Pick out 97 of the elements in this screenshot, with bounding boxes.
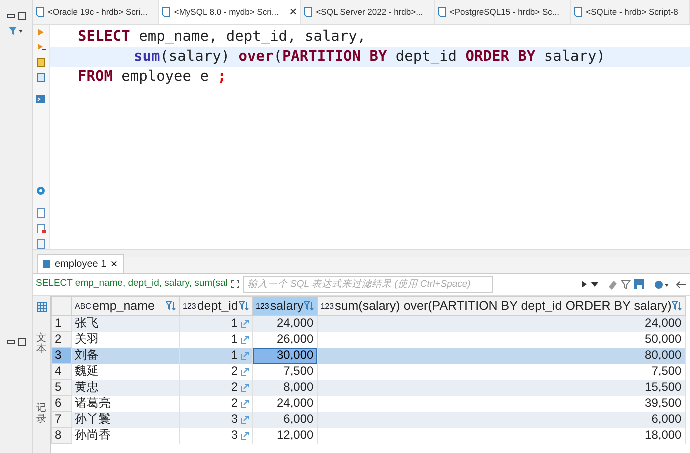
run-script-icon[interactable] (36, 42, 46, 52)
settings-icon[interactable] (654, 280, 670, 290)
editor-tab[interactable]: <PostgreSQL15 - hrdb> Sc... (434, 0, 572, 24)
expand-icon[interactable] (230, 280, 240, 289)
grid-icon[interactable] (36, 302, 46, 312)
table-cell[interactable]: 3 (180, 412, 252, 428)
row-number[interactable]: 8 (52, 428, 72, 444)
link-icon[interactable] (241, 352, 249, 360)
filter-icon[interactable] (621, 280, 631, 290)
table-cell[interactable]: 2 (180, 364, 252, 380)
script-icon (438, 6, 447, 18)
table-cell[interactable]: 18,000 (317, 428, 686, 444)
table-cell[interactable]: 孙丫鬟 (72, 412, 180, 428)
caret-icon[interactable] (591, 282, 599, 288)
link-icon[interactable] (241, 320, 249, 328)
code-line: SELECT emp_name, dept_id, salary, (77, 28, 368, 47)
document-icon[interactable] (37, 208, 45, 218)
table-cell[interactable]: 2 (180, 380, 252, 396)
script-icon (36, 6, 45, 18)
table-cell[interactable]: 3 (180, 428, 252, 444)
column-header[interactable]: ABC emp_name (72, 296, 180, 316)
row-number[interactable]: 6 (52, 396, 72, 412)
table-cell[interactable]: 24,000 (252, 396, 318, 412)
table-cell[interactable]: 24,000 (252, 316, 318, 332)
link-icon[interactable] (241, 400, 249, 408)
table-cell[interactable]: 6,000 (317, 412, 686, 428)
eraser-icon[interactable] (608, 280, 618, 290)
table-cell[interactable]: 关羽 (72, 332, 180, 348)
table-cell[interactable]: 8,000 (252, 380, 318, 396)
row-number[interactable]: 3 (52, 348, 72, 364)
table-cell[interactable]: 15,500 (317, 380, 686, 396)
query-text: SELECT emp_name, dept_id, salary, sum(sal (36, 277, 228, 292)
table-cell[interactable]: 黄忠 (72, 380, 180, 396)
sort-filter-icon[interactable] (672, 301, 682, 311)
table-cell[interactable]: 24,000 (317, 316, 686, 332)
table-cell[interactable]: 6,000 (252, 412, 318, 428)
row-number[interactable]: 1 (52, 316, 72, 332)
link-icon[interactable] (241, 384, 249, 392)
table-cell[interactable]: 1 (180, 332, 252, 348)
script-icon[interactable] (36, 58, 46, 68)
sort-filter-icon[interactable] (304, 301, 314, 311)
row-number[interactable]: 2 (52, 332, 72, 348)
table-cell[interactable]: 孙尚香 (72, 428, 180, 444)
terminal-icon[interactable] (36, 95, 46, 104)
filter-field[interactable]: 输入一个 SQL 表达式来过滤结果 (使用 Ctrl+Space) (242, 276, 493, 293)
maximize-icon[interactable] (18, 338, 26, 346)
script-icon (304, 6, 314, 18)
code-line: FROM employee e ; (77, 68, 228, 87)
minimize-icon[interactable] (6, 12, 14, 20)
column-header[interactable]: 123salary (252, 296, 318, 316)
editor-tab[interactable]: <MySQL 8.0 - mydb> Scri... × (159, 0, 302, 24)
table-cell[interactable]: 26,000 (252, 332, 318, 348)
run-icon[interactable] (37, 28, 45, 37)
sort-filter-icon[interactable] (239, 301, 249, 311)
close-icon[interactable]: × (110, 255, 118, 273)
row-number[interactable]: 4 (52, 364, 72, 380)
editor-tab[interactable]: <SQL Server 2022 - hrdb>... (301, 0, 435, 24)
table-cell[interactable]: 80,000 (317, 348, 686, 364)
script-icon (574, 6, 584, 18)
save-icon[interactable] (634, 279, 645, 290)
play-icon[interactable] (581, 280, 588, 289)
table-cell[interactable]: 诸葛亮 (72, 396, 180, 412)
table-cell[interactable]: 50,000 (317, 332, 686, 348)
link-icon[interactable] (241, 432, 249, 440)
document-icon[interactable] (37, 239, 45, 250)
row-number[interactable]: 7 (52, 412, 72, 428)
table-cell[interactable]: 39,500 (317, 396, 686, 412)
table-cell[interactable]: 12,000 (252, 428, 318, 444)
table-cell[interactable]: 张飞 (72, 316, 180, 332)
column-header[interactable]: 123dept_id (180, 296, 252, 316)
result-tab[interactable]: employee 1 × (37, 254, 124, 273)
table-cell[interactable]: 1 (180, 348, 252, 364)
table-cell[interactable]: 7,500 (317, 364, 686, 380)
column-header[interactable]: 123sum(salary) over(PARTITION BY dept_id ORDER BY salary) (317, 296, 686, 316)
sort-filter-icon[interactable] (166, 301, 176, 311)
table-icon (43, 260, 51, 268)
minimize-icon[interactable] (6, 338, 14, 346)
document-icon[interactable] (36, 73, 46, 84)
script-icon (162, 6, 172, 18)
filter-icon[interactable] (8, 26, 24, 36)
row-number[interactable]: 5 (52, 380, 72, 396)
back-arrow-icon[interactable] (676, 280, 687, 288)
close-icon[interactable]: × (290, 2, 298, 22)
table-cell[interactable]: 2 (180, 396, 252, 412)
table-cell[interactable]: 1 (180, 316, 252, 332)
link-icon[interactable] (241, 416, 249, 424)
table-cell[interactable]: 刘备 (72, 348, 180, 364)
document-error-icon[interactable] (36, 224, 46, 234)
table-cell[interactable]: 魏延 (72, 364, 180, 380)
panel-label[interactable]: 文本 (36, 333, 46, 355)
link-icon[interactable] (241, 336, 249, 344)
panel-label[interactable]: 记录 (36, 403, 46, 425)
table-cell[interactable]: 7,500 (252, 364, 318, 380)
link-icon[interactable] (241, 368, 249, 376)
editor-tab[interactable]: <SQLite - hrdb> Script-8 (571, 0, 690, 24)
table-cell[interactable]: 30,000 (252, 348, 318, 364)
maximize-icon[interactable] (18, 12, 26, 20)
